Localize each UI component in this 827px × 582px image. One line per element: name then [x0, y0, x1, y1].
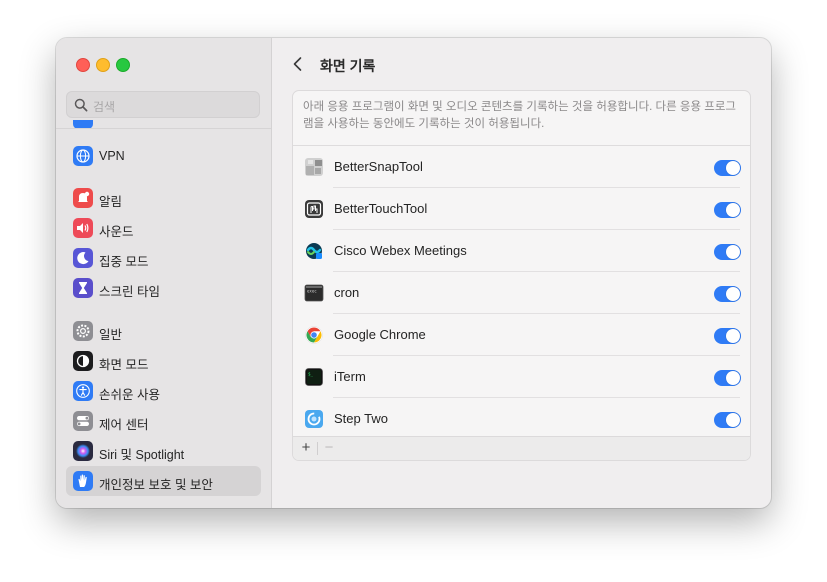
page-title: 화면 기록: [320, 58, 376, 74]
steptwo-icon: [304, 409, 324, 429]
sidebar-item-privacy-security[interactable]: 개인정보 보호 및 보안: [66, 466, 261, 496]
iterm-icon: $_: [304, 367, 324, 387]
svg-text:exec: exec: [307, 289, 317, 294]
remove-app-button[interactable]: −: [322, 439, 336, 456]
settings-window: 검색 VPN 알림 사운드 집중 모드 스크린 타임 일반 화면 모드 손쉬운 …: [56, 38, 771, 508]
permission-description: 아래 응용 프로그램이 화면 및 오디오 콘텐츠를 기록하는 것을 허용합니다.…: [303, 101, 736, 130]
app-row-google-chrome: Google Chrome: [293, 314, 750, 356]
sidebar-item-control-center[interactable]: 제어 센터: [66, 406, 261, 436]
permission-toggle[interactable]: [714, 244, 741, 260]
permission-toggle[interactable]: [714, 202, 741, 218]
sidebar-item-screen-time[interactable]: 스크린 타임: [66, 273, 261, 303]
sidebar-item-label: 알림: [99, 195, 123, 209]
permission-toggle[interactable]: [714, 160, 741, 176]
sidebar-item-label: VPN: [99, 149, 125, 163]
permission-toggle[interactable]: [714, 286, 741, 302]
app-row-bettersnaptool: BetterSnapTool: [293, 146, 750, 188]
sidebar: 검색 VPN 알림 사운드 집중 모드 스크린 타임 일반 화면 모드 손쉬운 …: [56, 38, 272, 508]
app-name: Google Chrome: [334, 327, 426, 342]
app-row-iterm: $_ iTerm: [293, 356, 750, 398]
divider: [317, 442, 318, 455]
sidebar-item-label: 일반: [99, 328, 123, 342]
minimize-window-button[interactable]: [96, 58, 110, 72]
app-name: cron: [334, 285, 360, 300]
chevron-left-icon[interactable]: [288, 54, 308, 74]
app-name: BetterSnapTool: [334, 159, 423, 174]
app-row-cisco-webex: Cisco Webex Meetings: [293, 230, 750, 272]
permission-toggle[interactable]: [714, 370, 741, 386]
sidebar-item-label: 스크린 타임: [99, 285, 160, 299]
sidebar-item-label: 집중 모드: [99, 255, 149, 269]
app-name: Step Two: [334, 411, 388, 426]
sidebar-item-appearance[interactable]: 화면 모드: [66, 346, 261, 376]
bell-icon: [73, 188, 93, 208]
control-center-icon: [73, 411, 93, 431]
sidebar-item-vpn[interactable]: VPN: [66, 141, 261, 171]
zoom-window-button[interactable]: [116, 58, 130, 72]
sidebar-item-notifications[interactable]: 알림: [66, 183, 261, 213]
sidebar-item-label: Siri 및 Spotlight: [99, 448, 185, 462]
close-window-button[interactable]: [76, 58, 90, 72]
search-icon: [74, 98, 88, 112]
accessibility-icon: [73, 381, 93, 401]
app-name: Cisco Webex Meetings: [334, 243, 467, 258]
siri-icon: [73, 441, 93, 461]
globe-icon: [73, 146, 93, 166]
app-row-step-two: Step Two: [293, 398, 750, 440]
webex-icon: [304, 241, 324, 261]
screen-recording-panel: 아래 응용 프로그램이 화면 및 오디오 콘텐츠를 기록하는 것을 허용합니다.…: [292, 90, 751, 461]
sidebar-item-label: 손쉬운 사용: [99, 388, 160, 402]
chrome-icon: [304, 325, 324, 345]
sidebar-item-siri-spotlight[interactable]: Siri 및 Spotlight: [66, 436, 261, 466]
sidebar-item-focus[interactable]: 집중 모드: [66, 243, 261, 273]
list-actions-bar: + −: [293, 436, 750, 460]
main-content: 화면 기록 아래 응용 프로그램이 화면 및 오디오 콘텐츠를 기록하는 것을 …: [272, 38, 771, 508]
search-placeholder: 검색: [93, 100, 116, 114]
app-row-bettertouchtool: BetterTouchTool: [293, 188, 750, 230]
search-field[interactable]: 검색: [66, 91, 260, 118]
sidebar-item-label: 제어 센터: [99, 418, 149, 432]
sidebar-item-label: 화면 모드: [99, 358, 149, 372]
terminal-icon: exec: [304, 283, 324, 303]
gear-icon: [73, 321, 93, 341]
hand-icon: [73, 471, 93, 491]
speaker-icon: [73, 218, 93, 238]
bettertouchtool-icon: [304, 199, 324, 219]
hourglass-icon: [73, 278, 93, 298]
sidebar-item-general[interactable]: 일반: [66, 316, 261, 346]
appearance-icon: [73, 351, 93, 371]
permission-toggle[interactable]: [714, 412, 741, 428]
app-row-cron: exec cron: [293, 272, 750, 314]
app-name: iTerm: [334, 369, 366, 384]
sidebar-divider: [56, 128, 271, 129]
bettersnaptool-icon: [304, 157, 324, 177]
add-app-button[interactable]: +: [299, 439, 313, 456]
sidebar-item-label: 사운드: [99, 225, 134, 239]
svg-text:$_: $_: [308, 372, 314, 377]
sidebar-item-sound[interactable]: 사운드: [66, 213, 261, 243]
sidebar-item-label: 개인정보 보호 및 보안: [99, 478, 213, 492]
moon-icon: [73, 248, 93, 268]
app-name: BetterTouchTool: [334, 201, 428, 216]
permission-toggle[interactable]: [714, 328, 741, 344]
sidebar-item-accessibility[interactable]: 손쉬운 사용: [66, 376, 261, 406]
